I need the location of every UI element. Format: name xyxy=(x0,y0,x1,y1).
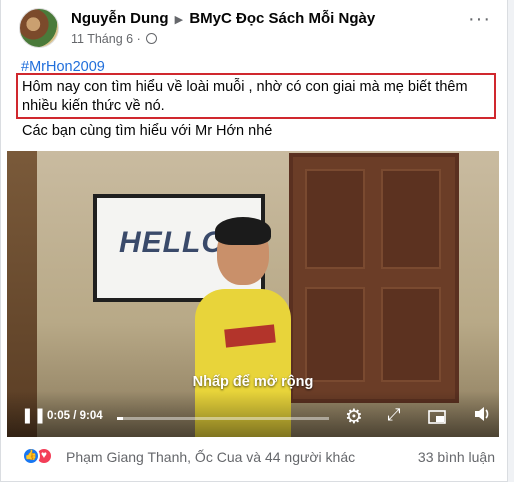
video-time: 0:05 / 9:04 xyxy=(47,410,103,422)
post-text-line-1: Hôm nay con tìm hiểu về loài muỗi , nhờ … xyxy=(22,79,468,95)
video-scene-door xyxy=(289,153,459,403)
pause-icon[interactable]: ❚❚ xyxy=(21,406,46,424)
expand-icon[interactable]: ⤢ xyxy=(387,405,401,425)
expand-hint[interactable]: Nhấp để mở rộng xyxy=(7,374,499,390)
picture-in-picture-icon[interactable] xyxy=(428,408,446,429)
gear-icon[interactable]: ⚙ xyxy=(345,404,363,429)
post-meta: 11 Tháng 6 · xyxy=(71,32,158,46)
author-name[interactable]: Nguyễn Dung xyxy=(71,10,169,27)
group-name[interactable]: BMyC Đọc Sách Mỗi Ngày xyxy=(189,10,375,27)
triangle-right-icon: ▶ xyxy=(174,14,184,26)
post-text-line-3: Các bạn cùng tìm hiểu với Mr Hớn nhé xyxy=(22,123,273,139)
likers-summary[interactable]: Phạm Giang Thanh, Ốc Cua và 44 người khá… xyxy=(66,449,355,465)
post-date[interactable]: 11 Tháng 6 xyxy=(71,32,133,46)
tv-text: HELLO xyxy=(119,226,226,259)
avatar[interactable] xyxy=(19,8,59,48)
globe-icon xyxy=(146,33,158,44)
author-line: Nguyễn Dung ▶ BMyC Đọc Sách Mỗi Ngày xyxy=(71,10,375,27)
comments-count[interactable]: 33 bình luận xyxy=(418,449,495,465)
like-icon[interactable]: 👍 xyxy=(22,447,40,465)
more-options-icon[interactable]: ··· xyxy=(468,9,491,29)
progress-played xyxy=(117,417,124,420)
post-card: Nguyễn Dung ▶ BMyC Đọc Sách Mỗi Ngày 11 … xyxy=(0,0,508,482)
volume-icon[interactable] xyxy=(474,406,490,427)
video-player[interactable]: HELLO Nhấp để mở rộng ❚❚ 0:05 / 9:04 ⚙ ⤢ xyxy=(7,151,499,437)
post-footer: 👍 ♥ Phạm Giang Thanh, Ốc Cua và 44 người… xyxy=(22,445,495,469)
progress-bar[interactable] xyxy=(117,417,329,420)
post-header: Nguyễn Dung ▶ BMyC Đọc Sách Mỗi Ngày 11 … xyxy=(19,6,497,50)
post-text-line-2: nhiều kiến thức về nó. xyxy=(22,98,165,114)
video-controls: ❚❚ 0:05 / 9:04 ⚙ ⤢ xyxy=(7,391,499,437)
